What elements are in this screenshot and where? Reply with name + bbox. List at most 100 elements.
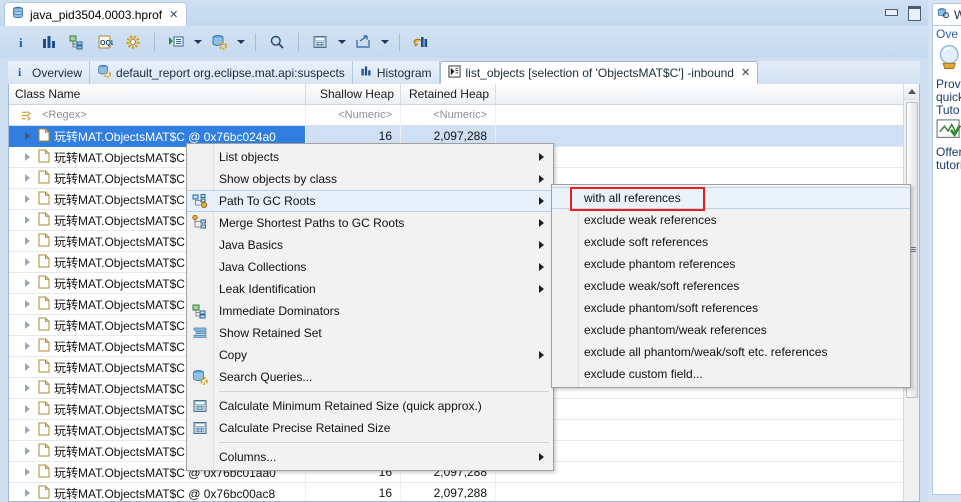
cell-blank[interactable]: [496, 399, 919, 420]
context-menu-item[interactable]: Immediate Dominators: [187, 300, 553, 322]
expand-arrow-icon[interactable]: [21, 235, 34, 248]
submenu-item[interactable]: exclude soft references: [552, 231, 910, 253]
export-icon[interactable]: [350, 29, 376, 55]
compare-icon[interactable]: [408, 29, 434, 55]
path-to-gc-roots-submenu[interactable]: with all references exclude weak referenc…: [551, 184, 911, 388]
cell-blank[interactable]: [496, 441, 919, 462]
object-icon: [38, 464, 50, 481]
context-menu-item[interactable]: Copy: [187, 344, 553, 366]
submenu-item-label: exclude all phantom/weak/soft etc. refer…: [584, 345, 828, 359]
table-filter-row[interactable]: <Regex> <Numeric> <Numeric>: [9, 104, 919, 126]
cell-blank[interactable]: [496, 462, 919, 483]
scroll-up-arrow-icon[interactable]: [904, 84, 919, 100]
expand-arrow-icon[interactable]: [21, 466, 34, 479]
context-menu-item-label: List objects: [219, 150, 280, 164]
context-menu-item[interactable]: Path To GC Roots: [187, 190, 553, 212]
filter-cell-retained-heap[interactable]: <Numeric>: [401, 104, 496, 126]
histogram-icon[interactable]: [36, 29, 62, 55]
expand-arrow-icon[interactable]: [21, 319, 34, 332]
inspector-gear-icon[interactable]: [120, 29, 146, 55]
cell-blank[interactable]: [496, 147, 919, 168]
tab-list-objects[interactable]: list_objects [selection of 'ObjectsMAT$C…: [439, 61, 759, 84]
context-menu-item[interactable]: Calculate Precise Retained Size: [187, 417, 553, 439]
submenu-item[interactable]: exclude phantom references: [552, 253, 910, 275]
submenu-item[interactable]: exclude all phantom/weak/soft etc. refer…: [552, 341, 910, 363]
tab-histogram[interactable]: Histogram: [352, 61, 440, 84]
expand-arrow-icon[interactable]: [21, 487, 34, 500]
expand-arrow-icon[interactable]: [21, 424, 34, 437]
context-menu-item[interactable]: List objects: [187, 146, 553, 168]
context-menu-item[interactable]: Columns...: [187, 446, 553, 468]
submenu-item[interactable]: exclude custom field...: [552, 363, 910, 385]
cell-blank[interactable]: [496, 420, 919, 441]
cell-shallow-heap[interactable]: 16: [306, 482, 401, 501]
minimize-button[interactable]: [884, 5, 898, 18]
dominator-tree-icon[interactable]: [64, 29, 90, 55]
search-icon[interactable]: [264, 29, 290, 55]
expand-arrow-icon[interactable]: [21, 172, 34, 185]
context-menu-item[interactable]: Leak Identification: [187, 278, 553, 300]
expand-arrow-icon[interactable]: [21, 340, 34, 353]
cell-class-name[interactable]: 玩转MAT.ObjectsMAT$C @ 0x76bc00ac8: [9, 482, 306, 501]
context-menu-item[interactable]: Java Basics: [187, 234, 553, 256]
expand-arrow-icon[interactable]: [21, 214, 34, 227]
filter-cell-blank[interactable]: [496, 105, 919, 126]
calculator-dropdown-icon[interactable]: [335, 29, 348, 55]
context-menu[interactable]: List objects Show objects by class Path To…: [186, 143, 554, 471]
expand-arrow-icon[interactable]: [21, 382, 34, 395]
expand-arrow-icon[interactable]: [21, 151, 34, 164]
cell-blank[interactable]: [496, 483, 919, 502]
tab-overview[interactable]: i Overview: [8, 61, 91, 84]
calculator-icon[interactable]: [307, 29, 333, 55]
expand-arrow-icon[interactable]: [21, 361, 34, 374]
expand-arrow-icon[interactable]: [21, 256, 34, 269]
submenu-item[interactable]: exclude phantom/weak references: [552, 319, 910, 341]
report-icon: [97, 64, 112, 81]
expand-arrow-icon[interactable]: [21, 445, 34, 458]
context-menu-item[interactable]: Search Queries...: [187, 366, 553, 388]
maximize-button[interactable]: [907, 5, 921, 21]
submenu-arrow-icon: [539, 263, 544, 271]
expand-arrow-icon[interactable]: [21, 403, 34, 416]
expand-arrow-icon[interactable]: [21, 298, 34, 311]
submenu-item-label: exclude phantom/weak references: [584, 323, 767, 337]
filter-cell-class-name[interactable]: <Regex>: [9, 104, 306, 126]
welcome-panel-body: Ove Prov quick Tuto Offer tutori: [932, 25, 961, 495]
run-expert-system-test-icon[interactable]: [163, 29, 189, 55]
object-icon: [38, 338, 50, 355]
submenu-item[interactable]: exclude phantom/soft references: [552, 297, 910, 319]
column-header-shallow-heap[interactable]: Shallow Heap: [306, 84, 401, 104]
editor-tab-hprof[interactable]: java_pid3504.0003.hprof ✕: [4, 2, 188, 26]
context-menu-item[interactable]: Merge Shortest Paths to GC Roots: [187, 212, 553, 234]
expand-arrow-icon[interactable]: [21, 193, 34, 206]
context-menu-item[interactable]: Calculate Minimum Retained Size (quick a…: [187, 395, 553, 417]
overview-info-icon[interactable]: i: [8, 29, 34, 55]
cell-blank[interactable]: [496, 126, 919, 147]
tab-default-report[interactable]: default_report org.eclipse.mat.api:suspe…: [90, 61, 353, 84]
context-menu-item[interactable]: Java Collections: [187, 256, 553, 278]
column-header-blank[interactable]: [496, 84, 919, 104]
view-tab-filler: [758, 61, 920, 84]
context-menu-item[interactable]: Show objects by class: [187, 168, 553, 190]
close-icon[interactable]: ✕: [169, 8, 178, 21]
expand-arrow-icon[interactable]: [21, 277, 34, 290]
oql-icon[interactable]: OQL: [92, 29, 118, 55]
close-icon[interactable]: ✕: [741, 66, 750, 79]
submenu-arrow-icon: [539, 175, 544, 183]
column-header-retained-heap[interactable]: Retained Heap: [401, 84, 496, 104]
run-expert-system-dropdown-icon[interactable]: [191, 29, 204, 55]
query-browser-icon[interactable]: [206, 29, 232, 55]
submenu-item[interactable]: exclude weak/soft references: [552, 275, 910, 297]
submenu-item[interactable]: with all references: [552, 187, 910, 209]
filter-regex-text: <Regex>: [42, 109, 87, 121]
export-dropdown-icon[interactable]: [378, 29, 391, 55]
cell-retained-heap[interactable]: 2,097,288: [401, 482, 496, 501]
welcome-panel-tab[interactable]: W: [932, 3, 961, 25]
query-browser-dropdown-icon[interactable]: [234, 29, 247, 55]
context-menu-item[interactable]: Show Retained Set: [187, 322, 553, 344]
filter-cell-shallow-heap[interactable]: <Numeric>: [306, 104, 401, 126]
column-header-class-name[interactable]: Class Name: [9, 84, 306, 104]
table-row[interactable]: 玩转MAT.ObjectsMAT$C @ 0x76bc00ac8 16 2,097,…: [9, 482, 919, 502]
submenu-item[interactable]: exclude weak references: [552, 209, 910, 231]
expand-arrow-icon[interactable]: [21, 130, 34, 143]
